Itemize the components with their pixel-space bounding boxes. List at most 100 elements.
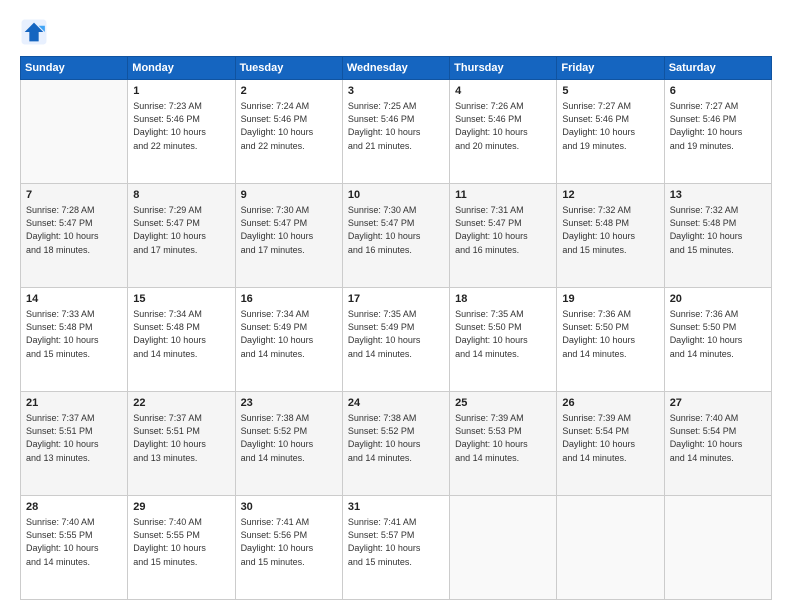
day-number: 18 — [455, 292, 551, 307]
day-info: Sunrise: 7:34 AM Sunset: 5:48 PM Dayligh… — [133, 308, 229, 360]
day-number: 1 — [133, 84, 229, 99]
weekday-header-thursday: Thursday — [450, 57, 557, 80]
calendar-cell: 23Sunrise: 7:38 AM Sunset: 5:52 PM Dayli… — [235, 392, 342, 496]
weekday-header-friday: Friday — [557, 57, 664, 80]
day-number: 21 — [26, 396, 122, 411]
calendar-cell: 9Sunrise: 7:30 AM Sunset: 5:47 PM Daylig… — [235, 184, 342, 288]
day-info: Sunrise: 7:26 AM Sunset: 5:46 PM Dayligh… — [455, 100, 551, 152]
day-number: 12 — [562, 188, 658, 203]
day-number: 11 — [455, 188, 551, 203]
day-number: 5 — [562, 84, 658, 99]
day-info: Sunrise: 7:39 AM Sunset: 5:53 PM Dayligh… — [455, 412, 551, 464]
day-number: 15 — [133, 292, 229, 307]
calendar-cell: 16Sunrise: 7:34 AM Sunset: 5:49 PM Dayli… — [235, 288, 342, 392]
day-info: Sunrise: 7:40 AM Sunset: 5:54 PM Dayligh… — [670, 412, 766, 464]
day-info: Sunrise: 7:41 AM Sunset: 5:57 PM Dayligh… — [348, 516, 444, 568]
calendar-cell: 10Sunrise: 7:30 AM Sunset: 5:47 PM Dayli… — [342, 184, 449, 288]
weekday-header-saturday: Saturday — [664, 57, 771, 80]
calendar-cell — [21, 80, 128, 184]
weekday-header-sunday: Sunday — [21, 57, 128, 80]
day-info: Sunrise: 7:29 AM Sunset: 5:47 PM Dayligh… — [133, 204, 229, 256]
day-number: 2 — [241, 84, 337, 99]
day-number: 29 — [133, 500, 229, 515]
day-info: Sunrise: 7:23 AM Sunset: 5:46 PM Dayligh… — [133, 100, 229, 152]
calendar-cell: 29Sunrise: 7:40 AM Sunset: 5:55 PM Dayli… — [128, 496, 235, 600]
calendar-cell: 7Sunrise: 7:28 AM Sunset: 5:47 PM Daylig… — [21, 184, 128, 288]
day-number: 16 — [241, 292, 337, 307]
day-info: Sunrise: 7:38 AM Sunset: 5:52 PM Dayligh… — [241, 412, 337, 464]
day-number: 14 — [26, 292, 122, 307]
day-number: 22 — [133, 396, 229, 411]
day-info: Sunrise: 7:27 AM Sunset: 5:46 PM Dayligh… — [562, 100, 658, 152]
day-number: 17 — [348, 292, 444, 307]
day-info: Sunrise: 7:30 AM Sunset: 5:47 PM Dayligh… — [348, 204, 444, 256]
calendar-cell: 3Sunrise: 7:25 AM Sunset: 5:46 PM Daylig… — [342, 80, 449, 184]
day-info: Sunrise: 7:24 AM Sunset: 5:46 PM Dayligh… — [241, 100, 337, 152]
day-number: 27 — [670, 396, 766, 411]
calendar-cell: 30Sunrise: 7:41 AM Sunset: 5:56 PM Dayli… — [235, 496, 342, 600]
day-number: 7 — [26, 188, 122, 203]
calendar-cell: 18Sunrise: 7:35 AM Sunset: 5:50 PM Dayli… — [450, 288, 557, 392]
calendar-cell: 12Sunrise: 7:32 AM Sunset: 5:48 PM Dayli… — [557, 184, 664, 288]
calendar-cell: 27Sunrise: 7:40 AM Sunset: 5:54 PM Dayli… — [664, 392, 771, 496]
day-info: Sunrise: 7:32 AM Sunset: 5:48 PM Dayligh… — [562, 204, 658, 256]
page: SundayMondayTuesdayWednesdayThursdayFrid… — [0, 0, 792, 612]
day-number: 6 — [670, 84, 766, 99]
calendar-cell — [664, 496, 771, 600]
calendar-cell: 13Sunrise: 7:32 AM Sunset: 5:48 PM Dayli… — [664, 184, 771, 288]
calendar-cell: 28Sunrise: 7:40 AM Sunset: 5:55 PM Dayli… — [21, 496, 128, 600]
day-info: Sunrise: 7:32 AM Sunset: 5:48 PM Dayligh… — [670, 204, 766, 256]
day-info: Sunrise: 7:31 AM Sunset: 5:47 PM Dayligh… — [455, 204, 551, 256]
day-info: Sunrise: 7:39 AM Sunset: 5:54 PM Dayligh… — [562, 412, 658, 464]
day-number: 25 — [455, 396, 551, 411]
weekday-header-tuesday: Tuesday — [235, 57, 342, 80]
calendar-cell: 11Sunrise: 7:31 AM Sunset: 5:47 PM Dayli… — [450, 184, 557, 288]
calendar-cell: 4Sunrise: 7:26 AM Sunset: 5:46 PM Daylig… — [450, 80, 557, 184]
logo — [20, 18, 52, 46]
day-number: 30 — [241, 500, 337, 515]
day-number: 13 — [670, 188, 766, 203]
calendar-cell — [450, 496, 557, 600]
day-info: Sunrise: 7:37 AM Sunset: 5:51 PM Dayligh… — [133, 412, 229, 464]
day-info: Sunrise: 7:35 AM Sunset: 5:49 PM Dayligh… — [348, 308, 444, 360]
calendar-cell: 22Sunrise: 7:37 AM Sunset: 5:51 PM Dayli… — [128, 392, 235, 496]
calendar-cell: 5Sunrise: 7:27 AM Sunset: 5:46 PM Daylig… — [557, 80, 664, 184]
day-info: Sunrise: 7:28 AM Sunset: 5:47 PM Dayligh… — [26, 204, 122, 256]
calendar-cell: 19Sunrise: 7:36 AM Sunset: 5:50 PM Dayli… — [557, 288, 664, 392]
calendar-cell: 21Sunrise: 7:37 AM Sunset: 5:51 PM Dayli… — [21, 392, 128, 496]
calendar-cell: 26Sunrise: 7:39 AM Sunset: 5:54 PM Dayli… — [557, 392, 664, 496]
day-number: 10 — [348, 188, 444, 203]
day-info: Sunrise: 7:27 AM Sunset: 5:46 PM Dayligh… — [670, 100, 766, 152]
day-info: Sunrise: 7:34 AM Sunset: 5:49 PM Dayligh… — [241, 308, 337, 360]
calendar-cell: 25Sunrise: 7:39 AM Sunset: 5:53 PM Dayli… — [450, 392, 557, 496]
calendar-cell: 20Sunrise: 7:36 AM Sunset: 5:50 PM Dayli… — [664, 288, 771, 392]
day-info: Sunrise: 7:36 AM Sunset: 5:50 PM Dayligh… — [670, 308, 766, 360]
header — [20, 18, 772, 46]
day-info: Sunrise: 7:33 AM Sunset: 5:48 PM Dayligh… — [26, 308, 122, 360]
day-number: 24 — [348, 396, 444, 411]
calendar-cell: 31Sunrise: 7:41 AM Sunset: 5:57 PM Dayli… — [342, 496, 449, 600]
calendar-table: SundayMondayTuesdayWednesdayThursdayFrid… — [20, 56, 772, 600]
day-number: 26 — [562, 396, 658, 411]
day-info: Sunrise: 7:38 AM Sunset: 5:52 PM Dayligh… — [348, 412, 444, 464]
weekday-header-monday: Monday — [128, 57, 235, 80]
day-info: Sunrise: 7:25 AM Sunset: 5:46 PM Dayligh… — [348, 100, 444, 152]
day-info: Sunrise: 7:40 AM Sunset: 5:55 PM Dayligh… — [26, 516, 122, 568]
calendar-cell: 2Sunrise: 7:24 AM Sunset: 5:46 PM Daylig… — [235, 80, 342, 184]
day-info: Sunrise: 7:36 AM Sunset: 5:50 PM Dayligh… — [562, 308, 658, 360]
day-number: 8 — [133, 188, 229, 203]
day-number: 9 — [241, 188, 337, 203]
day-number: 28 — [26, 500, 122, 515]
day-info: Sunrise: 7:37 AM Sunset: 5:51 PM Dayligh… — [26, 412, 122, 464]
day-number: 4 — [455, 84, 551, 99]
calendar-cell: 14Sunrise: 7:33 AM Sunset: 5:48 PM Dayli… — [21, 288, 128, 392]
day-info: Sunrise: 7:40 AM Sunset: 5:55 PM Dayligh… — [133, 516, 229, 568]
day-number: 23 — [241, 396, 337, 411]
calendar-cell: 15Sunrise: 7:34 AM Sunset: 5:48 PM Dayli… — [128, 288, 235, 392]
day-info: Sunrise: 7:35 AM Sunset: 5:50 PM Dayligh… — [455, 308, 551, 360]
day-number: 19 — [562, 292, 658, 307]
weekday-header-wednesday: Wednesday — [342, 57, 449, 80]
day-number: 20 — [670, 292, 766, 307]
day-info: Sunrise: 7:30 AM Sunset: 5:47 PM Dayligh… — [241, 204, 337, 256]
calendar-cell: 8Sunrise: 7:29 AM Sunset: 5:47 PM Daylig… — [128, 184, 235, 288]
